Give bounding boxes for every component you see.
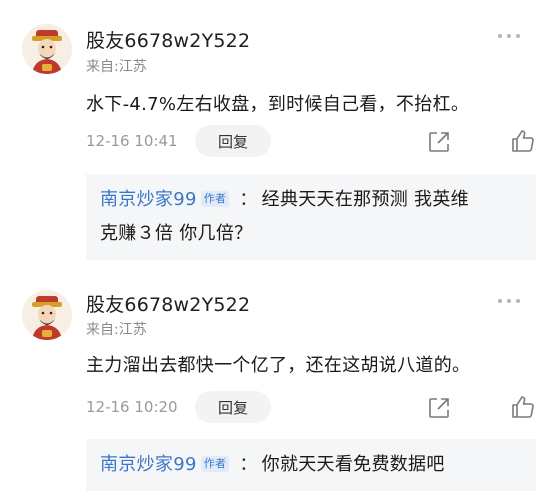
- comment-item: 股友6678w2Y522 来自:江苏 水下-4.7%左右收盘，到时候自己看，不抬…: [0, 0, 557, 265]
- username[interactable]: 股友6678w2Y522: [86, 26, 250, 53]
- share-icon[interactable]: [427, 396, 451, 420]
- reply-button[interactable]: 回复: [195, 391, 271, 423]
- comment-content: 主力溜出去都快一个亿了，还在这胡说八道的。: [86, 355, 471, 376]
- author-badge: 作者: [200, 456, 230, 472]
- thumbs-up-icon[interactable]: [510, 394, 536, 420]
- share-icon[interactable]: [427, 130, 451, 154]
- reply-author[interactable]: 南京炒家99: [100, 189, 197, 210]
- more-dots-icon[interactable]: [498, 30, 528, 42]
- thumbs-up-icon[interactable]: [510, 128, 536, 154]
- reply-author[interactable]: 南京炒家99: [100, 454, 197, 475]
- fortune-god-avatar-icon: [22, 290, 72, 340]
- avatar[interactable]: [22, 290, 72, 340]
- reply-content-line1: 你就天天看免费数据吧: [261, 454, 445, 475]
- more-dots-icon[interactable]: [498, 295, 528, 307]
- reply-text: 南京炒家99 作者 ：你就天天看免费数据吧: [100, 447, 445, 483]
- comment-item: 股友6678w2Y522 来自:江苏 主力溜出去都快一个亿了，还在这胡说八道的。…: [0, 265, 557, 500]
- comment-time: 12-16 10:20: [86, 398, 178, 416]
- reply-content-line1: 经典天天在那预测 我英维: [261, 189, 469, 210]
- username[interactable]: 股友6678w2Y522: [86, 290, 250, 317]
- avatar[interactable]: [22, 24, 72, 74]
- reply-colon: ：: [239, 189, 258, 210]
- location-label: 来自:江苏: [86, 59, 147, 75]
- reply-content-line2: 克赚３倍 你几倍？: [100, 223, 253, 244]
- reply-button[interactable]: 回复: [195, 125, 271, 157]
- reply-text: 南京炒家99 作者 ：经典天天在那预测 我英维: [100, 182, 469, 218]
- reply-box[interactable]: 南京炒家99 作者 ：你就天天看免费数据吧: [86, 439, 536, 491]
- reply-box[interactable]: 南京炒家99 作者 ：经典天天在那预测 我英维 克赚３倍 你几倍？: [86, 174, 536, 260]
- author-badge: 作者: [200, 191, 230, 207]
- reply-colon: ：: [239, 454, 258, 475]
- location-label: 来自:江苏: [86, 322, 147, 338]
- comment-content: 水下-4.7%左右收盘，到时候自己看，不抬杠。: [86, 94, 470, 115]
- comment-time: 12-16 10:41: [86, 132, 178, 150]
- fortune-god-avatar-icon: [22, 24, 72, 74]
